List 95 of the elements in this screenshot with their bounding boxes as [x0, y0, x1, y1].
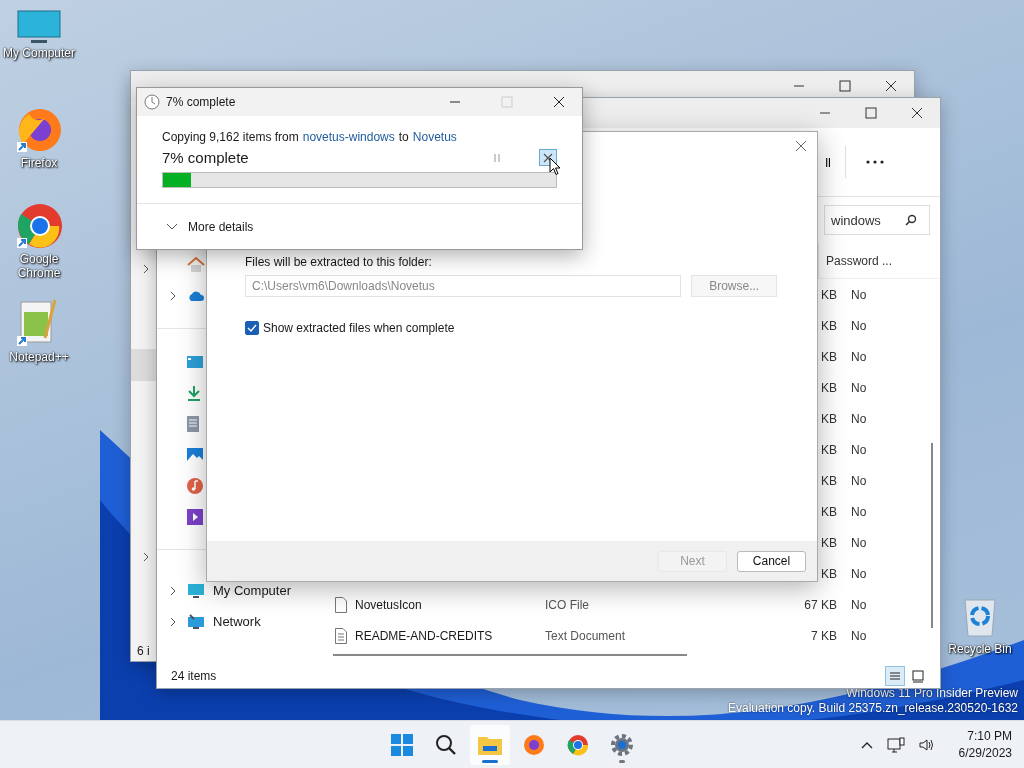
- desktop-icon[interactable]: [187, 355, 203, 368]
- maximize-icon: [501, 96, 513, 108]
- copy-status-text: Copying 9,162 items from: [162, 130, 299, 144]
- selected-item-highlight: [131, 349, 157, 381]
- search-icon: [435, 734, 457, 756]
- download-icon[interactable]: [187, 384, 201, 401]
- password-cell: No: [851, 380, 867, 395]
- search-field[interactable]: windows: [824, 205, 930, 235]
- chevron-right-icon[interactable]: [142, 264, 150, 274]
- file-size: KB: [821, 411, 837, 426]
- password-cell: No: [851, 504, 867, 519]
- file-type: Text Document: [545, 628, 626, 643]
- video-icon[interactable]: [187, 508, 203, 525]
- sidebar-item[interactable]: My Computer: [213, 583, 292, 598]
- password-cell: No: [851, 318, 867, 333]
- sidebar-item[interactable]: Network: [213, 614, 261, 629]
- password-cell: No: [851, 287, 867, 302]
- recycle-bin-icon[interactable]: [963, 598, 997, 638]
- horizontal-scrollbar[interactable]: [333, 654, 687, 656]
- file-name[interactable]: README-AND-CREDITS: [355, 628, 493, 643]
- chevron-right-icon[interactable]: [169, 616, 177, 627]
- file-size: KB: [821, 504, 837, 519]
- chevron-up-icon[interactable]: [860, 741, 873, 749]
- source-link[interactable]: novetus-windows: [302, 130, 395, 144]
- status-text: 24 items: [171, 669, 217, 683]
- password-cell: No: [851, 442, 867, 457]
- toolbar-button[interactable]: ll: [821, 154, 845, 170]
- close-icon: [543, 152, 553, 163]
- path-field[interactable]: C:\Users\vm6\Downloads\Novetus: [245, 275, 682, 297]
- file-size: KB: [821, 442, 837, 457]
- destination-link[interactable]: Novetus: [412, 130, 457, 144]
- chevron-right-icon[interactable]: [169, 290, 177, 301]
- checkbox[interactable]: [245, 321, 259, 335]
- password-cell: No: [851, 566, 867, 581]
- more-details-toggle[interactable]: More details: [188, 219, 254, 234]
- folder-label: Files will be extracted to this folder:: [245, 255, 433, 269]
- window-title: 7% complete: [166, 95, 236, 109]
- close-icon[interactable]: [553, 96, 565, 108]
- copy-status-text: to: [398, 130, 409, 144]
- file-size: KB: [821, 380, 837, 395]
- file-size: KB: [821, 535, 837, 550]
- file-size: KB: [821, 349, 837, 364]
- clock-time[interactable]: 7:10 PM: [967, 728, 1012, 745]
- password-cell: No: [851, 628, 867, 643]
- close-icon[interactable]: [911, 107, 923, 119]
- network-icon[interactable]: [187, 613, 205, 630]
- dialog-button[interactable]: Cancel: [737, 550, 806, 572]
- text-file-icon: [335, 627, 347, 644]
- settings-icon: [611, 734, 633, 756]
- clock-date[interactable]: 6/29/2023: [958, 745, 1012, 762]
- checkbox-label[interactable]: Show extracted files when complete: [263, 321, 455, 335]
- chrome-icon[interactable]: [15, 202, 63, 250]
- file-size: KB: [821, 318, 837, 333]
- file-size: 7 KB: [811, 628, 837, 643]
- more-options-icon[interactable]: [866, 160, 884, 164]
- monitor-icon[interactable]: [187, 582, 205, 599]
- monitor-icon[interactable]: [17, 10, 61, 44]
- document-icon[interactable]: [187, 415, 199, 432]
- watermark-text: Windows 11 Pro Insider Preview: [846, 686, 1018, 701]
- cloud-icon[interactable]: [187, 289, 205, 302]
- progress-text: 7% complete: [162, 149, 250, 166]
- search-icon: [905, 214, 917, 226]
- chevron-right-icon[interactable]: [169, 585, 177, 596]
- network-icon[interactable]: [886, 737, 905, 753]
- chrome-icon: [567, 734, 589, 756]
- speaker-icon[interactable]: [918, 738, 935, 752]
- file-type: ICO File: [545, 597, 589, 612]
- password-cell: No: [851, 473, 867, 488]
- details-view-icon[interactable]: [885, 666, 905, 686]
- folder-icon: [478, 735, 502, 755]
- maximize-icon[interactable]: [865, 107, 877, 119]
- mouse-cursor-icon: [549, 157, 561, 176]
- maximize-icon[interactable]: [839, 80, 851, 92]
- file-size: 67 KB: [804, 597, 837, 612]
- picture-icon[interactable]: [187, 447, 203, 462]
- password-cell: No: [851, 411, 867, 426]
- windows-logo-icon: [391, 734, 413, 756]
- password-cell: No: [851, 597, 867, 612]
- firefox-icon[interactable]: [15, 106, 63, 154]
- chevron-right-icon[interactable]: [142, 552, 150, 562]
- close-icon[interactable]: [885, 80, 897, 92]
- home-icon[interactable]: [187, 256, 205, 273]
- status-text: 6 i: [137, 644, 150, 658]
- file-size: KB: [821, 566, 837, 581]
- chevron-down-icon[interactable]: [166, 222, 178, 231]
- file-icon: [335, 596, 347, 613]
- password-cell: No: [851, 349, 867, 364]
- clock-icon: [144, 94, 160, 110]
- file-size: KB: [821, 473, 837, 488]
- file-size: KB: [821, 287, 837, 302]
- music-icon[interactable]: [187, 477, 203, 494]
- password-cell: No: [851, 535, 867, 550]
- firefox-icon: [523, 734, 545, 756]
- vertical-scrollbar[interactable]: [931, 443, 933, 628]
- file-name[interactable]: NovetusIcon: [355, 597, 422, 612]
